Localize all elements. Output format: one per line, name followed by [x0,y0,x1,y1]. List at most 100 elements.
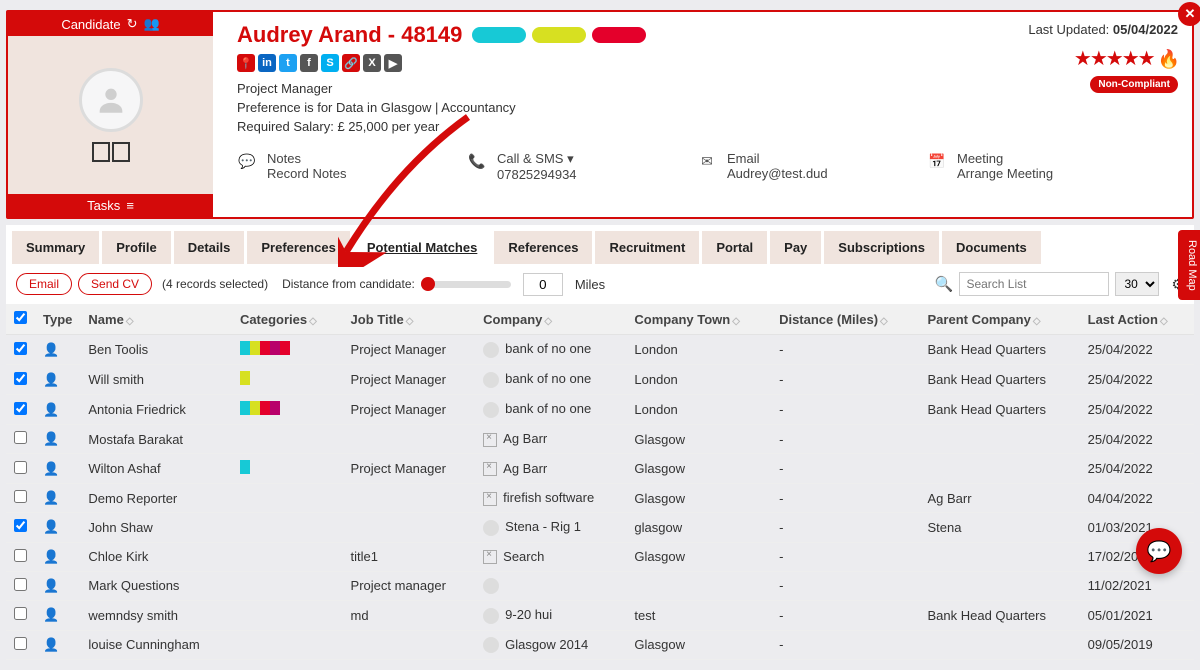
select-all-checkbox[interactable] [14,311,27,324]
cell-company[interactable]: Ag Barr [475,454,626,484]
cell-company[interactable]: Ag Barr [475,425,626,454]
cell-parent[interactable] [920,454,1080,484]
link-icon[interactable]: 🔗 [342,54,360,72]
tab-subscriptions[interactable]: Subscriptions [824,231,939,264]
cell-company[interactable]: bank of no one [475,335,626,365]
cell-parent[interactable]: Bank Head Quarters [920,601,1080,631]
distance-slider[interactable] [421,281,511,288]
table-row[interactable]: 👤Wilton AshafProject ManagerAg BarrGlasg… [6,454,1194,484]
row-checkbox[interactable] [14,549,27,562]
row-checkbox[interactable] [14,402,27,415]
cv-icon[interactable] [112,142,130,162]
tab-potential-matches[interactable]: Potential Matches [353,231,492,264]
row-checkbox[interactable] [14,461,27,474]
rating-stars[interactable]: ★★★★★🔥 [1074,46,1178,71]
linkedin-icon[interactable]: in [258,54,276,72]
col-job-title[interactable]: Job Title◇ [343,304,476,335]
cell-company[interactable] [475,571,626,601]
chat-bubble-icon[interactable]: 💬 [1136,528,1182,574]
tab-preferences[interactable]: Preferences [247,231,349,264]
email-block[interactable]: ✉ Email Audrey@test.dud [697,151,887,182]
col-name[interactable]: Name◇ [80,304,232,335]
tab-profile[interactable]: Profile [102,231,170,264]
cell-parent[interactable]: Bank Head Quarters [920,365,1080,395]
table-row[interactable]: 👤Mostafa BarakatAg BarrGlasgow-25/04/202… [6,425,1194,454]
search-icon[interactable]: 🔍 [935,275,954,293]
tasks-header[interactable]: Tasks ≡ [8,194,213,217]
cell-parent[interactable]: Stena [920,513,1080,543]
table-row[interactable]: 👤Antonia FriedrickProject Managerbank of… [6,395,1194,425]
tab-documents[interactable]: Documents [942,231,1041,264]
notes-icon[interactable] [92,142,110,162]
table-row[interactable]: 👤John ShawStena - Rig 1glasgow-Stena01/0… [6,513,1194,543]
cell-parent[interactable] [920,630,1080,660]
cell-name[interactable]: Chloe Kirk [80,542,232,571]
table-row[interactable]: 👤Mark QuestionsProject manager-11/02/202… [6,571,1194,601]
col-company-town[interactable]: Company Town◇ [626,304,771,335]
col-categories[interactable]: Categories◇ [232,304,343,335]
refresh-icon[interactable]: ↻ [127,16,138,32]
cell-name[interactable]: Wilton Ashaf [80,454,232,484]
cell-company[interactable]: Glasgow 2014 [475,630,626,660]
col-type[interactable]: Type [35,304,80,335]
cell-parent[interactable] [920,542,1080,571]
cell-name[interactable]: Ben Toolis [80,335,232,365]
per-page-select[interactable]: 30 [1115,272,1159,296]
meeting-block[interactable]: 📅 Meeting Arrange Meeting [927,151,1117,182]
map-pin-icon[interactable]: 📍 [237,54,255,72]
cell-company[interactable]: bank of no one [475,365,626,395]
tab-portal[interactable]: Portal [702,231,767,264]
row-checkbox[interactable] [14,637,27,650]
users-icon[interactable]: 👥 [144,16,160,32]
email-button[interactable]: Email [16,273,72,295]
cell-name[interactable]: John Shaw [80,513,232,543]
search-input[interactable] [959,272,1109,296]
col-company[interactable]: Company◇ [475,304,626,335]
facebook-icon[interactable]: f [300,54,318,72]
table-row[interactable]: 👤Will smithProject Managerbank of no one… [6,365,1194,395]
call-block[interactable]: 📞 Call & SMS ▾ 07825294934 [467,151,657,182]
cell-name[interactable]: Mark Questions [80,571,232,601]
tab-references[interactable]: References [494,231,592,264]
cell-name[interactable]: louise Cunningham [80,630,232,660]
distance-value-input[interactable] [523,273,563,296]
col-distance-miles-[interactable]: Distance (Miles)◇ [771,304,919,335]
cell-company[interactable]: bank of no one [475,395,626,425]
row-checkbox[interactable] [14,519,27,532]
cell-name[interactable]: Will smith [80,365,232,395]
cell-company[interactable]: Stena - Rig 1 [475,513,626,543]
row-checkbox[interactable] [14,431,27,444]
close-button[interactable]: ✕ [1178,2,1200,26]
send-cv-button[interactable]: Send CV [78,273,152,295]
xing-icon[interactable]: X [363,54,381,72]
cell-parent[interactable]: Ag Barr [920,484,1080,513]
tab-recruitment[interactable]: Recruitment [595,231,699,264]
row-checkbox[interactable] [14,490,27,503]
table-row[interactable]: 👤wemndsy smithmd9-20 huitest-Bank Head Q… [6,601,1194,631]
row-checkbox[interactable] [14,607,27,620]
row-checkbox[interactable] [14,578,27,591]
skype-icon[interactable]: S [321,54,339,72]
cell-name[interactable]: wemndsy smith [80,601,232,631]
table-row[interactable]: 👤louise CunninghamGlasgow 2014Glasgow-09… [6,630,1194,660]
twitter-icon[interactable]: t [279,54,297,72]
col-last-action[interactable]: Last Action◇ [1080,304,1194,335]
col-parent-company[interactable]: Parent Company◇ [920,304,1080,335]
tab-details[interactable]: Details [174,231,245,264]
cell-name[interactable]: Antonia Friedrick [80,395,232,425]
cell-name[interactable]: Mostafa Barakat [80,425,232,454]
cell-parent[interactable] [920,571,1080,601]
row-checkbox[interactable] [14,342,27,355]
notes-block[interactable]: 💬 Notes Record Notes [237,151,427,182]
table-row[interactable]: 👤Ben ToolisProject Managerbank of no one… [6,335,1194,365]
cell-company[interactable]: Search [475,542,626,571]
cell-parent[interactable]: Bank Head Quarters [920,335,1080,365]
cell-company[interactable]: firefish software [475,484,626,513]
cell-parent[interactable] [920,425,1080,454]
cell-company[interactable]: 9-20 hui [475,601,626,631]
roadmap-tab[interactable]: Road Map [1178,230,1200,300]
table-row[interactable]: 👤Chloe Kirktitle1SearchGlasgow-17/02/202… [6,542,1194,571]
table-row[interactable]: 👤Demo Reporterfirefish softwareGlasgow-A… [6,484,1194,513]
video-icon[interactable]: ▶ [384,54,402,72]
cell-parent[interactable]: Bank Head Quarters [920,395,1080,425]
